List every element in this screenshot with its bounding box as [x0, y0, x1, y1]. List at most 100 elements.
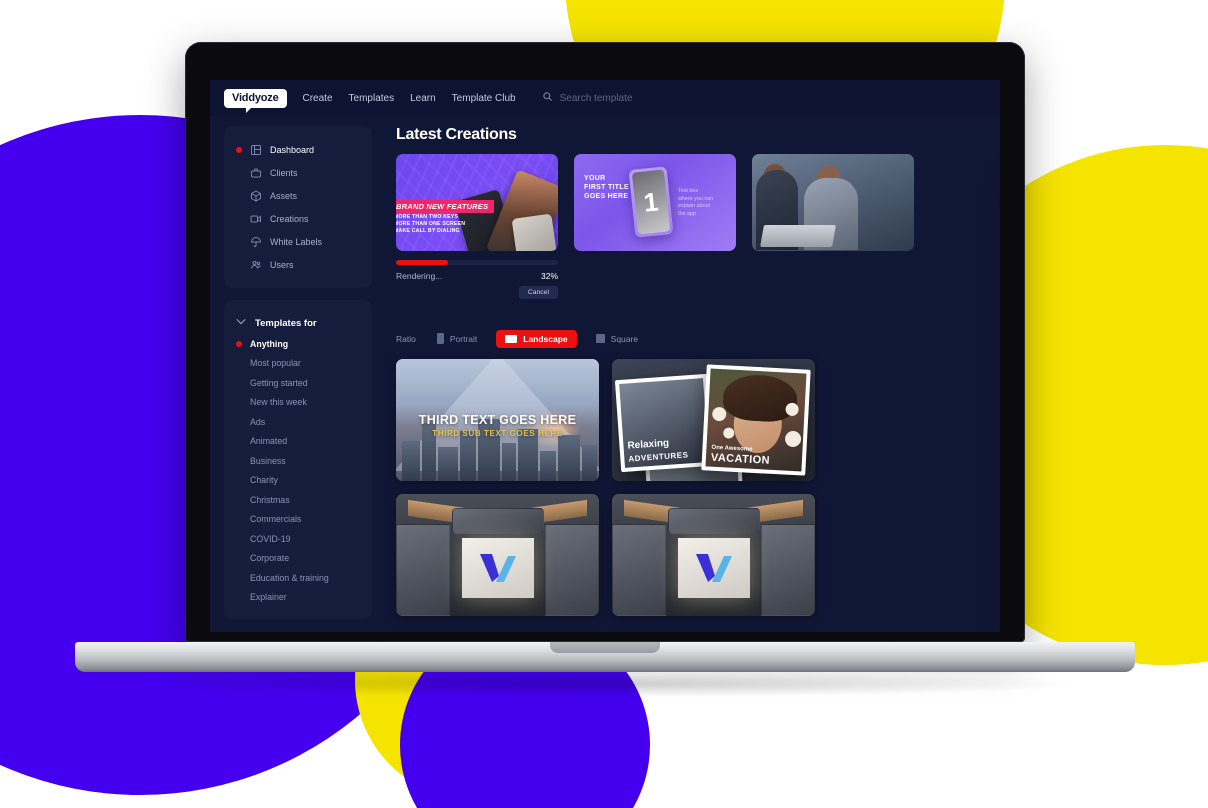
templates-for-label: Templates for: [255, 317, 317, 329]
render-progress-fill: [396, 260, 448, 265]
render-status-text: Rendering...: [396, 271, 443, 281]
templates-for-header[interactable]: Templates for: [224, 312, 372, 334]
sidebar-item-clients[interactable]: Clients: [224, 161, 372, 184]
viddyoze-app: Viddyoze Create Templates Learn Template…: [210, 80, 1000, 632]
building-shape: [402, 441, 420, 481]
photo-frame: One Awesome VACATION: [701, 364, 811, 476]
active-dot: [236, 438, 242, 444]
flower-shape: [784, 430, 802, 448]
ratio-option-landscape[interactable]: Landscape: [496, 329, 577, 348]
main-content: Latest Creations BRAND NEW FEATURES MORE…: [382, 116, 1000, 632]
sidebar-item-white-labels[interactable]: White Labels: [224, 230, 372, 253]
photo-caption: Relaxing: [627, 437, 670, 452]
template-card-city[interactable]: THIRD TEXT GOES HERE THIRD SUB TEXT GOES…: [396, 359, 599, 481]
sidebar-item-creations[interactable]: Creations: [224, 207, 372, 230]
building-shape: [558, 435, 580, 481]
category-ads[interactable]: Ads: [224, 412, 372, 432]
nav-link-learn[interactable]: Learn: [410, 93, 436, 104]
active-dot: [236, 146, 242, 153]
category-label: New this week: [250, 397, 307, 408]
category-label: Ads: [250, 416, 266, 427]
category-covid-19[interactable]: COVID-19: [224, 529, 372, 549]
category-charity[interactable]: Charity: [224, 471, 372, 491]
cube-icon: [250, 189, 262, 202]
screen-shape: [677, 538, 750, 598]
active-dot: [236, 419, 242, 425]
ratio-filter: Ratio Portrait Landscape Square: [396, 329, 1000, 348]
viddyoze-logo[interactable]: Viddyoze: [224, 88, 287, 113]
cancel-button[interactable]: Cancel: [518, 286, 558, 299]
ratio-option-square[interactable]: Square: [587, 330, 647, 348]
app-body: Dashboard Clients Assets Creations White…: [210, 116, 1000, 632]
category-label: Explainer: [250, 592, 287, 603]
category-christmas[interactable]: Christmas: [224, 490, 372, 510]
category-animated[interactable]: Animated: [224, 432, 372, 452]
creation-card-rendering[interactable]: BRAND NEW FEATURES MORE THAN TWO KEYS MO…: [396, 154, 558, 299]
active-dot: [236, 458, 242, 464]
creation-thumbnail[interactable]: BRAND NEW FEATURES MORE THAN TWO KEYS MO…: [396, 154, 558, 251]
hair-shape: [721, 373, 799, 424]
active-dot: [236, 555, 242, 561]
nav-link-template-club[interactable]: Template Club: [452, 93, 516, 104]
viddyoze-v-logo-icon: [478, 552, 518, 584]
active-dot: [236, 477, 242, 483]
sidebar-item-assets[interactable]: Assets: [224, 184, 372, 207]
sidebar-item-dashboard[interactable]: Dashboard: [224, 138, 372, 161]
portrait-icon: [436, 333, 444, 344]
template-subheadline: THIRD SUB TEXT GOES HERE: [432, 429, 563, 438]
search-input[interactable]: Search template: [560, 93, 633, 104]
nav-link-create[interactable]: Create: [303, 93, 333, 104]
category-label: Education & training: [250, 572, 329, 583]
layout-icon: [250, 144, 262, 156]
page-title: Latest Creations: [396, 126, 517, 143]
category-new-this-week[interactable]: New this week: [224, 393, 372, 413]
creation-card-app-promo[interactable]: YOUR FIRST TITLE GOES HERE 1 Text box wh…: [574, 154, 736, 299]
search-bar[interactable]: Search template: [542, 89, 633, 107]
template-card-scifi-1[interactable]: [396, 494, 599, 616]
sidebar-item-users[interactable]: Users: [224, 253, 372, 276]
panel-shape: [396, 524, 450, 616]
ratio-option-label: Square: [610, 333, 639, 344]
building-shape: [582, 445, 597, 481]
screen-shape: [461, 538, 534, 598]
creation-tag: BRAND NEW FEATURES: [396, 200, 495, 213]
photo-caption: ADVENTURES: [628, 450, 689, 464]
ratio-option-portrait[interactable]: Portrait: [428, 329, 486, 348]
category-corporate[interactable]: Corporate: [224, 549, 372, 569]
ratio-label: Ratio: [396, 333, 416, 344]
creation-thumbnail[interactable]: YOUR FIRST TITLE GOES HERE 1 Text box wh…: [574, 154, 736, 251]
app-topbar: Viddyoze Create Templates Learn Template…: [210, 80, 1000, 116]
template-card-scifi-2[interactable]: [612, 494, 815, 616]
active-dot: [236, 594, 242, 600]
render-progress-track: [396, 260, 558, 265]
ratio-option-label: Landscape: [523, 333, 568, 344]
category-business[interactable]: Business: [224, 451, 372, 471]
render-percent: 32%: [540, 271, 558, 281]
viddyoze-v-logo-icon: [694, 552, 734, 584]
template-card-photos[interactable]: Relaxing ADVENTURES One Awesome VACATION: [612, 359, 815, 481]
category-most-popular[interactable]: Most popular: [224, 354, 372, 374]
category-explainer[interactable]: Explainer: [224, 588, 372, 608]
category-getting-started[interactable]: Getting started: [224, 373, 372, 393]
creation-card-office[interactable]: [752, 154, 914, 299]
active-dot: [236, 193, 242, 199]
creation-thumbnail[interactable]: [752, 154, 914, 251]
category-label: Anything: [250, 338, 289, 349]
users-icon: [250, 259, 262, 271]
nav-link-templates[interactable]: Templates: [349, 93, 395, 104]
active-dot: [236, 380, 242, 386]
active-dot: [236, 239, 242, 245]
active-dot: [236, 516, 242, 522]
template-headline: THIRD TEXT GOES HERE: [418, 413, 577, 427]
category-commercials[interactable]: Commercials: [224, 510, 372, 530]
sidebar-item-label: Assets: [270, 190, 298, 201]
template-grid: THIRD TEXT GOES HERE THIRD SUB TEXT GOES…: [396, 359, 1000, 616]
active-dot: [236, 536, 242, 542]
category-label: Business: [250, 455, 286, 466]
ratio-option-label: Portrait: [449, 333, 478, 344]
sidebar-primary-nav: Dashboard Clients Assets Creations White…: [224, 126, 372, 288]
sidebar-templates-section: Templates for Anything Most popular Gett…: [224, 300, 372, 619]
category-education-training[interactable]: Education & training: [224, 568, 372, 588]
category-anything[interactable]: Anything: [224, 334, 372, 354]
laptop-shape: [760, 225, 836, 247]
